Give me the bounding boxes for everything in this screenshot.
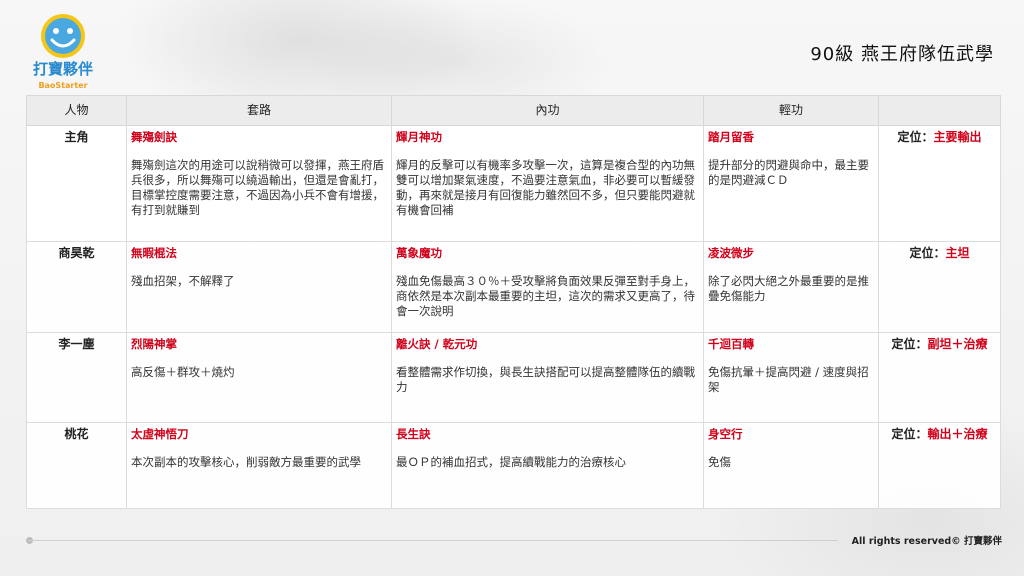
routine-cell: 無暇棍法殘血招架，不解釋了	[126, 241, 392, 333]
brand-logo: 打寶夥伴 BaoStarter	[28, 8, 98, 94]
position-label: 定位：	[909, 246, 946, 260]
light-skill-name: 身空行	[708, 427, 743, 441]
position-label: 定位：	[891, 427, 928, 441]
table-row: 桃花 太虛神悟刀本次副本的攻擊核心，削弱敵方最重要的武學 長生訣最ＯＰ的補血招式…	[26, 422, 1001, 509]
routine-desc: 舞殤劍這次的用途可以說稍微可以發揮，燕王府盾兵很多，所以舞殤可以繞過輸出，但還是…	[131, 158, 384, 217]
inner-skill-name: 長生訣	[396, 427, 431, 441]
footer-divider	[28, 540, 838, 541]
position-label: 定位：	[897, 130, 934, 144]
routine-desc: 殘血招架，不解釋了	[131, 274, 235, 288]
character-name: 李一塵	[26, 332, 127, 423]
position-value: 輸出＋治療	[927, 427, 988, 441]
position-cell: 定位：主要輸出	[878, 125, 1001, 242]
position-cell: 定位：輸出＋治療	[878, 422, 1001, 509]
character-name: 桃花	[26, 422, 127, 509]
inner-skill-cell: 輝月神功輝月的反擊可以有機率多攻擊一次，這算是複合型的內功無雙可以增加聚氣速度，…	[391, 125, 704, 242]
inner-skill-name: 離火訣 / 乾元功	[396, 337, 478, 351]
martial-arts-table: 人物 套路 內功 輕功 主角 舞殤劍訣舞殤劍這次的用途可以說稍微可以發揮，燕王府…	[26, 95, 1001, 509]
routine-cell: 太虛神悟刀本次副本的攻擊核心，削弱敵方最重要的武學	[126, 422, 392, 509]
light-skill-cell: 凌波微步除了必閃大絕之外最重要的是推疊免傷能力	[703, 241, 879, 333]
light-skill-desc: 免傷	[708, 455, 731, 469]
routine-desc: 本次副本的攻擊核心，削弱敵方最重要的武學	[131, 455, 361, 469]
inner-skill-cell: 長生訣最ＯＰ的補血招式，提高續戰能力的治療核心	[391, 422, 704, 509]
table-row: 商昊乾 無暇棍法殘血招架，不解釋了 萬象魔功殘血免傷最高３０％＋受攻擊將負面效果…	[26, 241, 1001, 333]
position-value: 主坦	[945, 246, 970, 260]
light-skill-cell: 踏月留香提升部分的閃避與命中，最主要的是閃避減ＣＤ	[703, 125, 879, 242]
position-value: 主要輸出	[933, 130, 982, 144]
position-label: 定位：	[891, 337, 928, 351]
header-character: 人物	[26, 95, 127, 126]
routine-cell: 烈陽神掌高反傷＋群攻＋燒灼	[126, 332, 392, 423]
page-title: 90級 燕王府隊伍武學	[810, 44, 994, 65]
routine-name: 太虛神悟刀	[131, 427, 189, 441]
character-name: 商昊乾	[26, 241, 127, 333]
routine-cell: 舞殤劍訣舞殤劍這次的用途可以說稍微可以發揮，燕王府盾兵很多，所以舞殤可以繞過輸出…	[126, 125, 392, 242]
table-row: 李一塵 烈陽神掌高反傷＋群攻＋燒灼 離火訣 / 乾元功看整體需求作切換，與長生訣…	[26, 332, 1001, 423]
routine-name: 烈陽神掌	[131, 337, 177, 351]
table-header-row: 人物 套路 內功 輕功	[26, 95, 1001, 126]
light-skill-name: 凌波微步	[708, 246, 754, 260]
inner-skill-name: 萬象魔功	[396, 246, 442, 260]
position-cell: 定位：副坦＋治療	[878, 332, 1001, 423]
light-skill-name: 千迴百轉	[708, 337, 754, 351]
logo-text: 打寶夥伴	[33, 60, 93, 78]
inner-skill-desc: 殘血免傷最高３０％＋受攻擊將負面效果反彈至對手身上，商依然是本次副本最重要的主坦…	[396, 274, 695, 318]
light-skill-desc: 提升部分的閃避與命中，最主要的是閃避減ＣＤ	[708, 158, 869, 187]
copyright-text: All rights reserved© 打寶夥伴	[851, 536, 1002, 547]
routine-name: 舞殤劍訣	[131, 130, 177, 144]
header-position	[878, 95, 1001, 126]
character-name: 主角	[26, 125, 127, 242]
light-skill-cell: 身空行 免傷	[703, 422, 879, 509]
light-skill-desc: 免傷抗暈＋提高閃避 / 速度與招架	[708, 365, 869, 394]
routine-name: 無暇棍法	[131, 246, 177, 260]
inner-skill-cell: 離火訣 / 乾元功看整體需求作切換，與長生訣搭配可以提高整體隊伍的續戰力	[391, 332, 704, 423]
inner-skill-cell: 萬象魔功殘血免傷最高３０％＋受攻擊將負面效果反彈至對手身上，商依然是本次副本最重…	[391, 241, 704, 333]
inner-skill-desc: 輝月的反擊可以有機率多攻擊一次，這算是複合型的內功無雙可以增加聚氣速度，不過要注…	[396, 158, 695, 217]
header-inner-skill: 內功	[391, 95, 704, 126]
position-value: 副坦＋治療	[927, 337, 988, 351]
logo-subtext: BaoStarter	[38, 81, 87, 90]
light-skill-cell: 千迴百轉免傷抗暈＋提高閃避 / 速度與招架	[703, 332, 879, 423]
header-routine: 套路	[126, 95, 392, 126]
position-cell: 定位：主坦	[878, 241, 1001, 333]
light-skill-desc: 除了必閃大絕之外最重要的是推疊免傷能力	[708, 274, 869, 303]
header-light-skill: 輕功	[703, 95, 879, 126]
inner-skill-desc: 看整體需求作切換，與長生訣搭配可以提高整體隊伍的續戰力	[396, 365, 695, 394]
inner-skill-desc: 最ＯＰ的補血招式，提高續戰能力的治療核心	[396, 455, 626, 469]
inner-skill-name: 輝月神功	[396, 130, 442, 144]
routine-desc: 高反傷＋群攻＋燒灼	[131, 365, 235, 379]
table-row: 主角 舞殤劍訣舞殤劍這次的用途可以說稍微可以發揮，燕王府盾兵很多，所以舞殤可以繞…	[26, 125, 1001, 242]
light-skill-name: 踏月留香	[708, 130, 754, 144]
